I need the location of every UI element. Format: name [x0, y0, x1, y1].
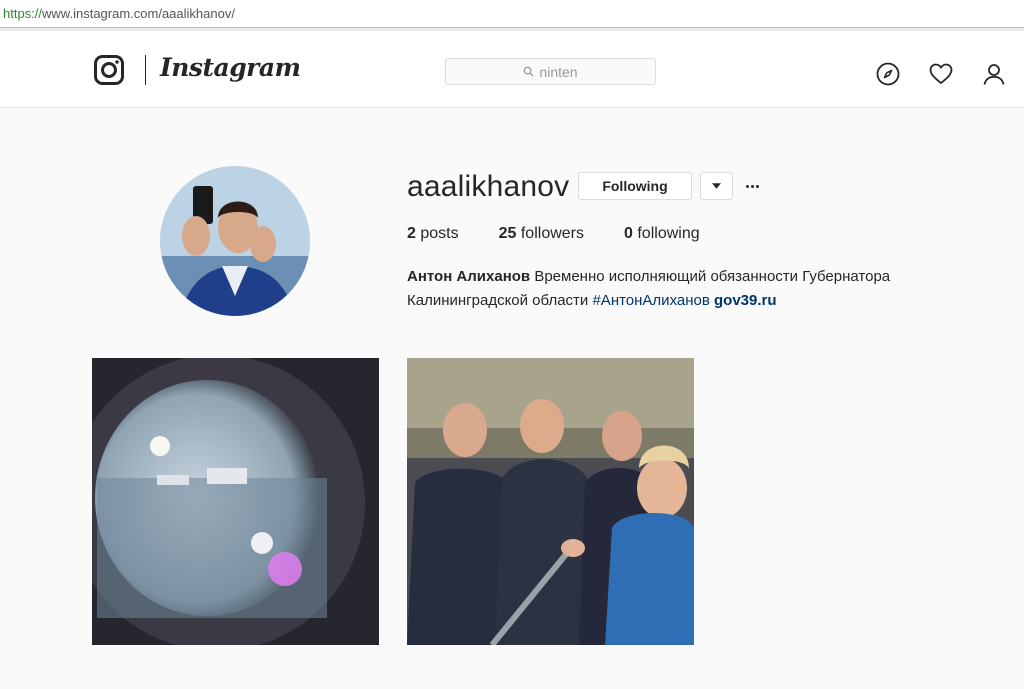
profile-bio: Антон Алиханов Временно исполняющий обяз… [407, 265, 987, 313]
logo-divider [145, 55, 146, 85]
followers-label: followers [520, 225, 584, 242]
caret-down-icon [712, 183, 721, 189]
following-count: 0 [624, 225, 633, 242]
url-text[interactable]: https://www.instagram.com/aaalikhanov/ [3, 6, 235, 21]
search-value: ninten [539, 63, 578, 80]
posts-label: posts [420, 225, 459, 242]
instagram-wordmark[interactable]: Instagram [160, 53, 301, 82]
profile-icon[interactable] [981, 61, 1007, 87]
avatar[interactable] [160, 166, 310, 316]
following-stat[interactable]: 0 following [624, 225, 700, 243]
profile-stats: 2 posts 25 followers 0 following [407, 225, 740, 243]
search-icon [524, 66, 534, 77]
dot-icon [750, 184, 754, 188]
dot-icon [755, 184, 759, 188]
explore-icon[interactable] [875, 61, 901, 87]
dot-icon [745, 184, 749, 188]
posts-stat: 2 posts [407, 225, 459, 243]
posts-count: 2 [407, 225, 416, 242]
top-nav: Instagram ninten [0, 31, 1024, 108]
followers-count: 25 [498, 225, 517, 242]
search-input[interactable]: ninten [445, 58, 656, 85]
heart-icon[interactable] [928, 61, 954, 87]
following-label: following [637, 225, 700, 242]
suggestions-dropdown-button[interactable] [700, 172, 733, 200]
post-thumbnail[interactable] [92, 358, 379, 645]
post-thumbnail[interactable] [407, 358, 694, 645]
full-name: Антон Алиханов [407, 268, 531, 285]
more-options-button[interactable] [742, 176, 762, 196]
followers-stat[interactable]: 25 followers [499, 225, 584, 243]
hashtag-link[interactable]: #АнтонАлиханов [592, 292, 709, 309]
profile-username: aaalikhanov [407, 170, 570, 203]
browser-url-bar[interactable]: https://www.instagram.com/aaalikhanov/ [0, 0, 1024, 28]
instagram-glyph-icon[interactable] [94, 55, 124, 85]
website-link[interactable]: gov39.ru [714, 292, 777, 309]
url-scheme: https:// [3, 6, 43, 21]
url-path: www.instagram.com/aaalikhanov/ [42, 6, 235, 21]
following-button[interactable]: Following [578, 172, 692, 200]
